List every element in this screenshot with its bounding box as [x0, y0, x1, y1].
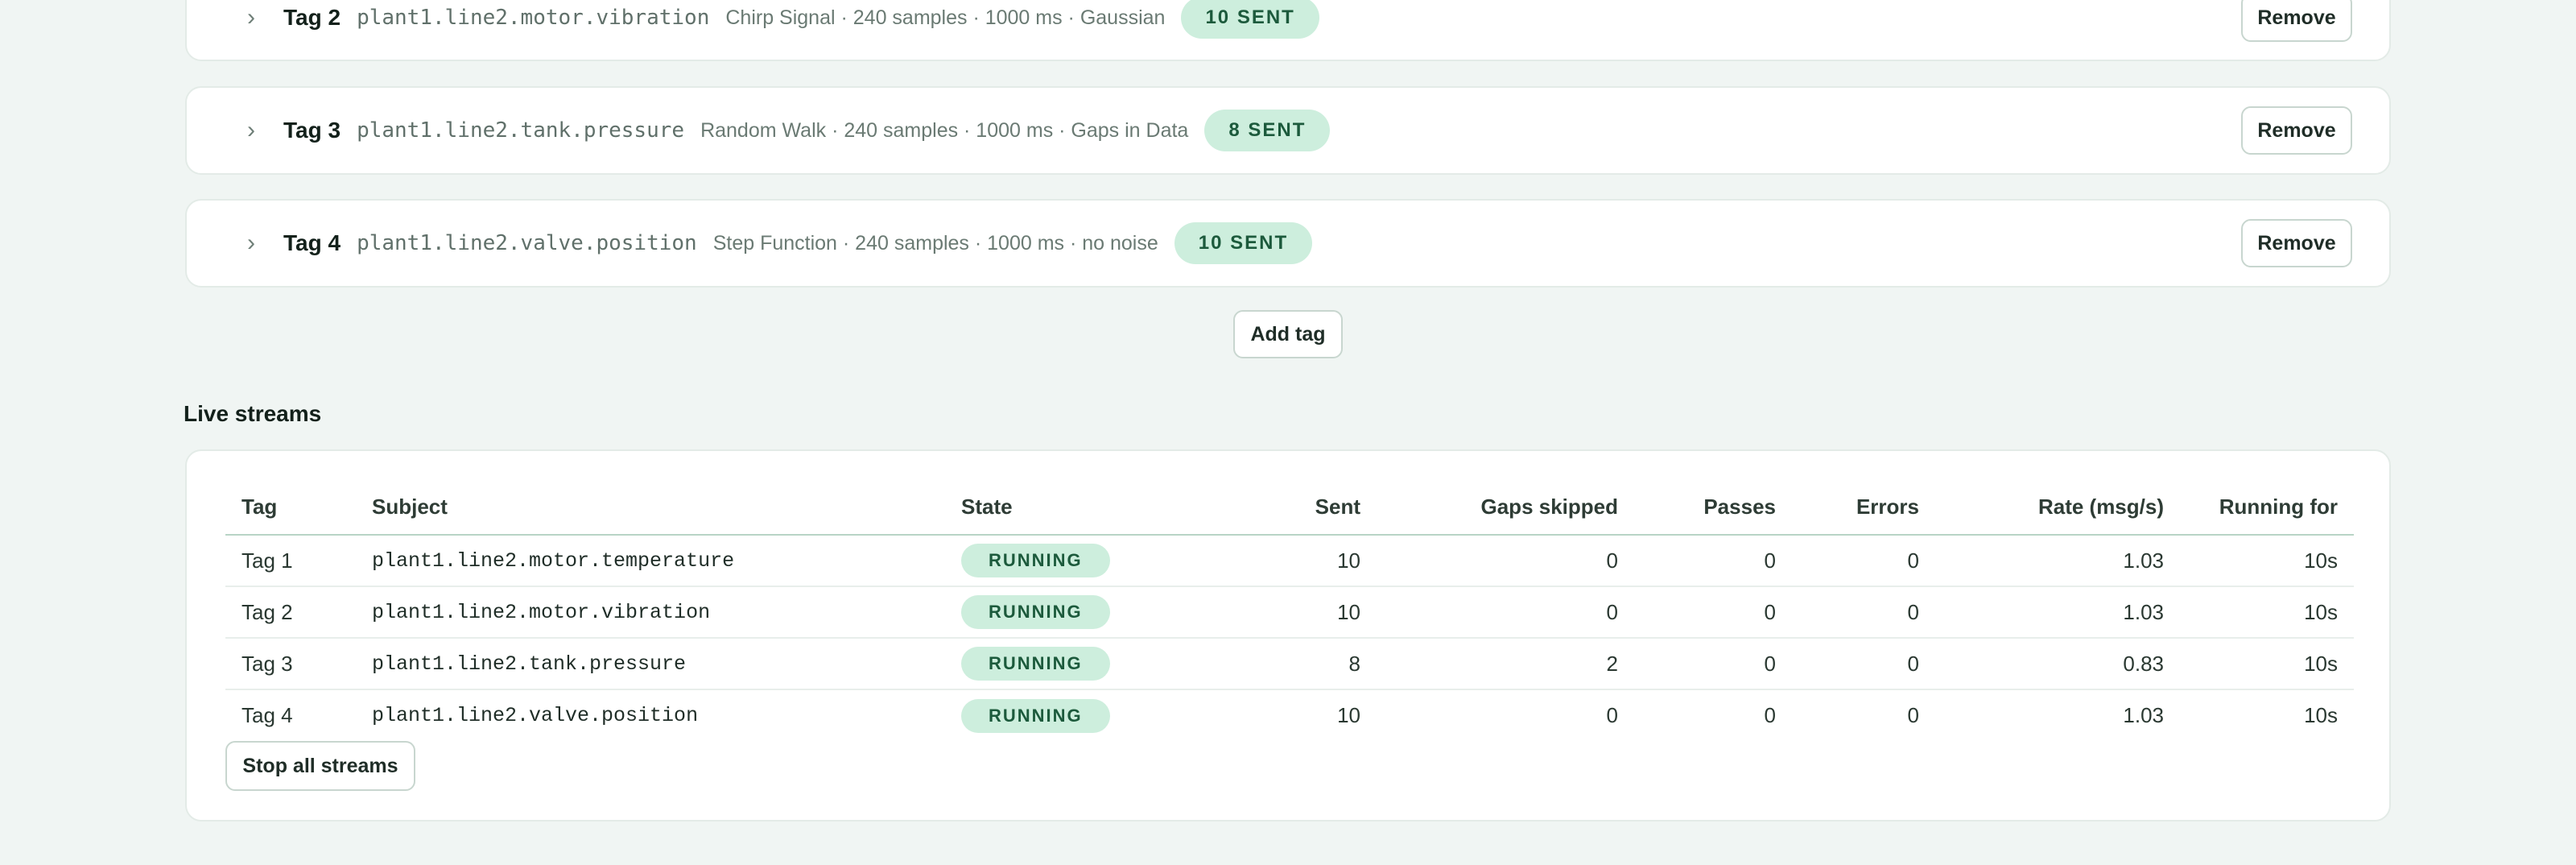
- sent-badge: 10 SENT: [1181, 0, 1319, 39]
- chevron-right-icon[interactable]: ›: [235, 4, 267, 31]
- row-passes: 0: [1764, 703, 1776, 727]
- row-errors: 0: [1792, 535, 1935, 587]
- tag-card-4: › Tag 4 plant1.line2.valve.position Step…: [185, 199, 2391, 288]
- tag-card-3: › Tag 3 plant1.line2.tank.pressure Rando…: [185, 86, 2391, 175]
- tag-subject: plant1.line2.motor.vibration: [357, 6, 710, 30]
- tag-title: Tag 2: [283, 5, 341, 30]
- tag-title: Tag 3: [283, 118, 341, 143]
- table-row: Tag 3 plant1.line2.tank.pressure RUNNING…: [225, 638, 2354, 690]
- row-sent: 10: [1154, 535, 1377, 587]
- row-errors: 0: [1792, 638, 1935, 690]
- row-subject: plant1.line2.motor.vibration: [356, 586, 945, 639]
- row-running: 10s: [2180, 638, 2354, 690]
- table-row: Tag 4 plant1.line2.valve.position RUNNIN…: [225, 689, 2354, 741]
- row-gaps: 0: [1377, 586, 1634, 639]
- row-running: 10s: [2180, 535, 2354, 587]
- row-rate: 1.03: [2123, 703, 2164, 727]
- chevron-right-icon[interactable]: ›: [235, 117, 267, 144]
- state-badge: RUNNING: [961, 595, 1110, 629]
- add-tag-button[interactable]: Add tag: [1233, 310, 1343, 358]
- row-state: RUNNING: [945, 586, 1154, 639]
- col-state: State: [945, 480, 1154, 536]
- row-subject: plant1.line2.motor.temperature: [356, 535, 945, 587]
- row-gaps: 2: [1377, 638, 1634, 690]
- chevron-right-icon[interactable]: ›: [235, 230, 267, 257]
- row-subject: plant1.line2.valve.position: [372, 704, 699, 727]
- state-badge: RUNNING: [961, 647, 1110, 681]
- table-row: Tag 2 plant1.line2.motor.vibration RUNNI…: [225, 586, 2354, 639]
- row-tag: Tag 2: [225, 586, 356, 639]
- row-gaps: 0: [1377, 535, 1634, 587]
- tag-subject: plant1.line2.tank.pressure: [357, 118, 685, 143]
- tag-card-2: › Tag 2 plant1.line2.motor.vibration Chi…: [185, 0, 2391, 61]
- row-tag: Tag 3: [225, 638, 356, 690]
- row-sent: 10: [1337, 703, 1360, 727]
- stop-all-streams-button[interactable]: Stop all streams: [225, 741, 415, 791]
- row-sent: 10: [1154, 586, 1377, 639]
- row-passes: 0: [1634, 535, 1792, 587]
- row-subject: plant1.line2.tank.pressure: [356, 638, 945, 690]
- row-sent: 8: [1154, 638, 1377, 690]
- sent-badge: 10 SENT: [1174, 222, 1313, 264]
- tag-subject: plant1.line2.valve.position: [357, 231, 697, 255]
- col-subject: Subject: [356, 480, 945, 536]
- row-rate: 0.83: [1935, 638, 2180, 690]
- row-state: RUNNING: [945, 535, 1154, 587]
- row-passes: 0: [1634, 586, 1792, 639]
- row-gaps: 0: [1606, 703, 1618, 727]
- row-running: 10s: [2180, 586, 2354, 639]
- row-state: RUNNING: [945, 689, 1154, 741]
- table-row: Tag 1 plant1.line2.motor.temperature RUN…: [225, 535, 2354, 587]
- tag-meta: Step Function · 240 samples · 1000 ms · …: [712, 231, 1158, 255]
- row-errors: 0: [1792, 586, 1935, 639]
- row-passes: 0: [1634, 638, 1792, 690]
- remove-tag-button[interactable]: Remove: [2241, 106, 2352, 155]
- row-errors: 0: [1907, 703, 1919, 727]
- streams-table: Tag Subject State Sent Gaps skipped Pass…: [225, 480, 2354, 741]
- col-rate: Rate (msg/s): [1935, 480, 2180, 536]
- live-streams-heading: Live streams: [184, 401, 322, 426]
- live-streams-panel: Tag Subject State Sent Gaps skipped Pass…: [185, 449, 2391, 822]
- tag-title: Tag 4: [283, 230, 341, 255]
- row-rate: 1.03: [1935, 535, 2180, 587]
- row-state: RUNNING: [945, 638, 1154, 690]
- state-badge: RUNNING: [961, 698, 1110, 733]
- row-tag: Tag 4: [242, 703, 293, 727]
- row-rate: 1.03: [1935, 586, 2180, 639]
- col-running-for: Running for: [2180, 480, 2354, 536]
- tag-meta: Chirp Signal · 240 samples · 1000 ms · G…: [725, 6, 1166, 29]
- table-header-row: Tag Subject State Sent Gaps skipped Pass…: [225, 480, 2354, 536]
- remove-tag-button[interactable]: Remove: [2241, 0, 2352, 42]
- remove-tag-button[interactable]: Remove: [2241, 219, 2352, 267]
- col-errors: Errors: [1792, 480, 1935, 536]
- tag-meta: Random Walk · 240 samples · 1000 ms · Ga…: [700, 118, 1189, 142]
- state-badge: RUNNING: [961, 544, 1110, 577]
- sent-badge: 8 SENT: [1204, 110, 1331, 151]
- row-tag: Tag 1: [225, 535, 356, 587]
- col-tag: Tag: [225, 480, 356, 536]
- col-passes: Passes: [1634, 480, 1792, 536]
- row-running: 10s: [2304, 703, 2338, 727]
- col-gaps-skipped: Gaps skipped: [1377, 480, 1634, 536]
- col-sent: Sent: [1154, 480, 1377, 536]
